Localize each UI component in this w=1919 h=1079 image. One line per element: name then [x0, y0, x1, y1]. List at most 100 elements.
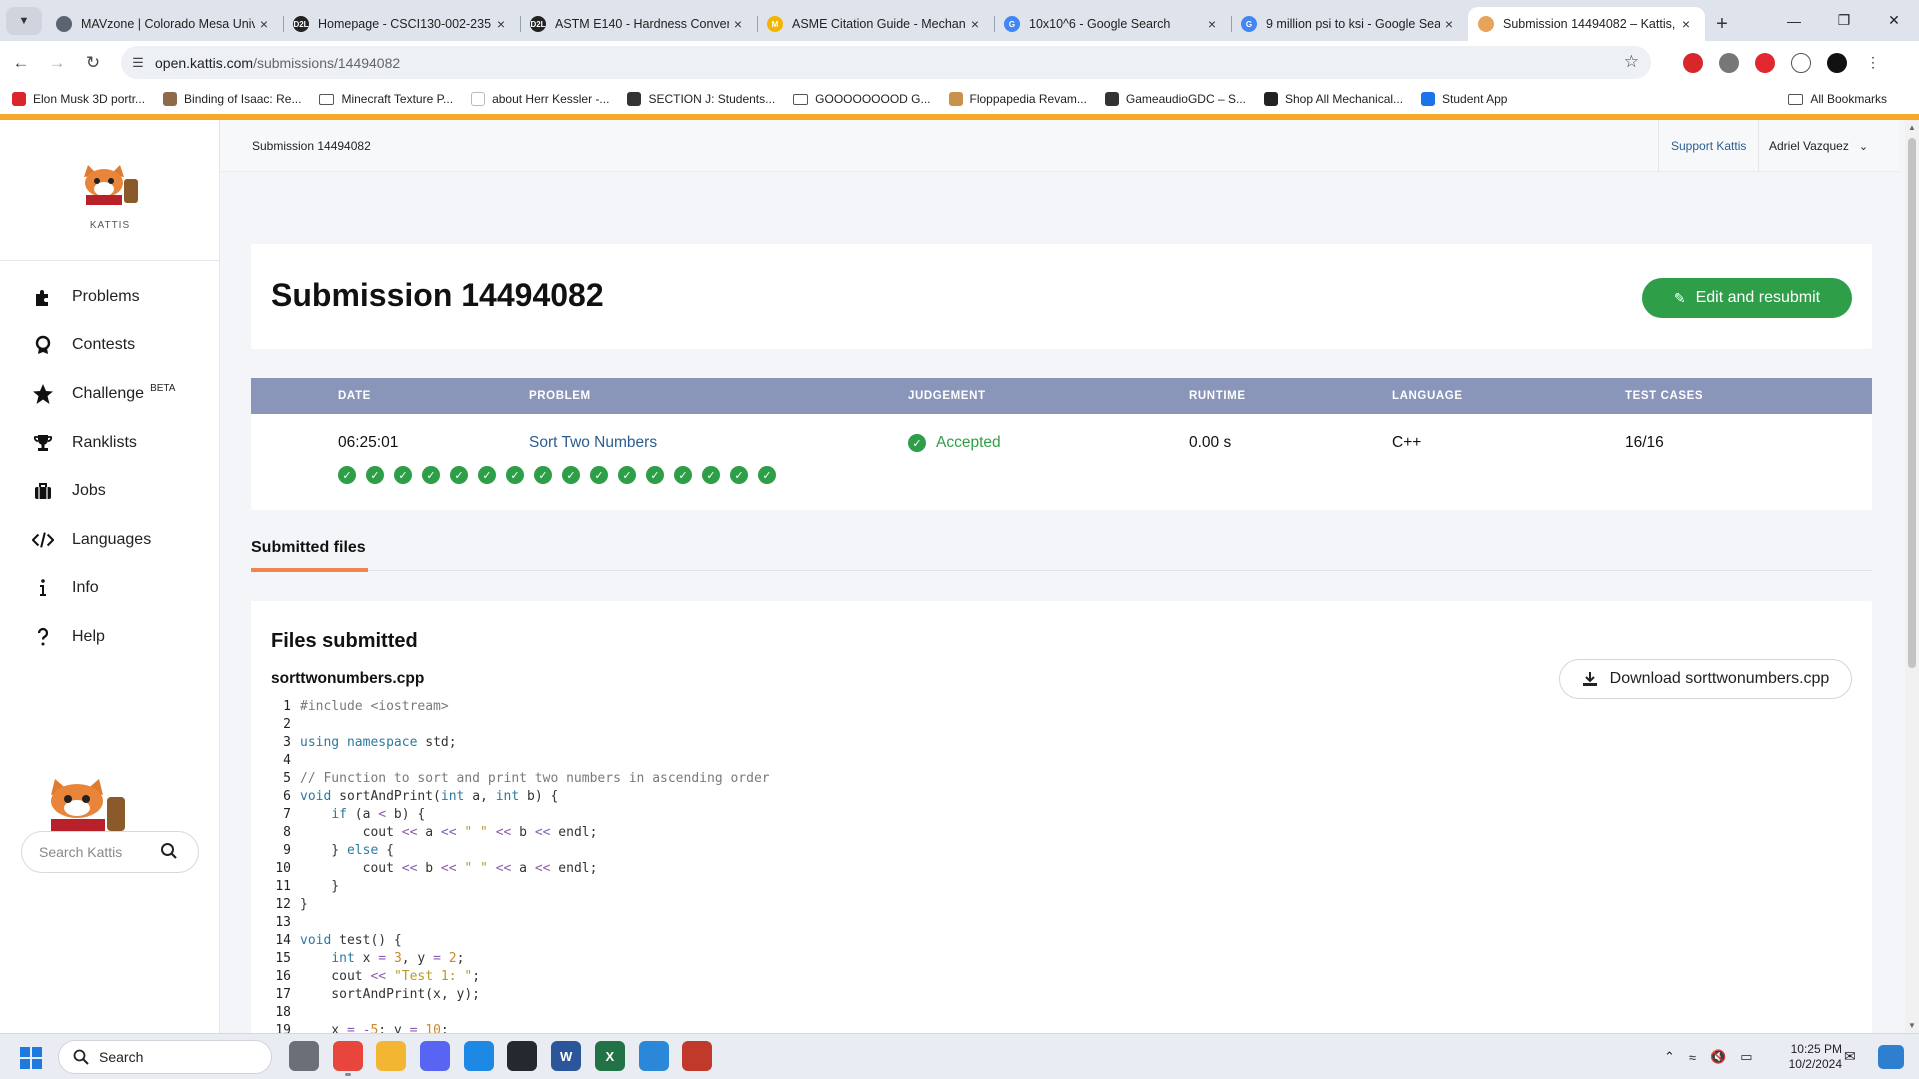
notepad-icon[interactable] — [638, 1041, 669, 1071]
test-case-passed-icon[interactable]: ✓ — [366, 466, 384, 484]
test-case-passed-icon[interactable]: ✓ — [338, 466, 356, 484]
extension-icon[interactable] — [1719, 52, 1739, 73]
test-case-passed-icon[interactable]: ✓ — [562, 466, 580, 484]
volume-muted-icon[interactable]: 🔇 — [1710, 1049, 1726, 1065]
extension-icon[interactable] — [1755, 52, 1775, 73]
discord-icon[interactable] — [420, 1041, 451, 1071]
vscode-icon[interactable] — [463, 1041, 494, 1071]
bookmark-item[interactable]: Floppapedia Revam... — [948, 92, 1087, 106]
test-case-passed-icon[interactable]: ✓ — [758, 466, 776, 484]
browser-tab[interactable]: D2L Homepage - CSCI130-002-235 × — [283, 7, 520, 41]
edit-and-resubmit-button[interactable]: ✎ Edit and resubmit — [1642, 278, 1852, 318]
test-case-passed-icon[interactable]: ✓ — [674, 466, 692, 484]
search-icon[interactable] — [160, 842, 178, 860]
test-case-passed-icon[interactable]: ✓ — [422, 466, 440, 484]
tab-search-button[interactable]: ▼ — [6, 7, 42, 35]
bookmark-item[interactable]: Binding of Isaac: Re... — [163, 92, 301, 106]
sidebar-item-languages[interactable]: Languages — [32, 525, 151, 555]
restore-button[interactable]: ❐ — [1819, 0, 1869, 41]
github-icon[interactable] — [507, 1041, 538, 1071]
profile-avatar[interactable] — [1827, 52, 1847, 73]
test-case-passed-icon[interactable]: ✓ — [730, 466, 748, 484]
sidebar-item-help[interactable]: Help — [32, 622, 105, 652]
bookmark-item[interactable]: SECTION J: Students... — [627, 92, 775, 106]
scroll-down-icon[interactable]: ▼ — [1905, 1021, 1919, 1030]
test-case-passed-icon[interactable]: ✓ — [506, 466, 524, 484]
browser-tab[interactable]: Submission 14494082 – Kattis, × — [1468, 7, 1705, 41]
tab-submitted-files[interactable]: Submitted files — [251, 539, 366, 557]
file-explorer-icon[interactable] — [376, 1041, 407, 1071]
user-menu[interactable]: Adriel Vazquez ⌄ — [1769, 120, 1868, 172]
taskbar-clock[interactable]: 10:25 PM 10/2/2024 — [1782, 1042, 1842, 1072]
sidebar-item-jobs[interactable]: Jobs — [32, 476, 106, 506]
test-case-passed-icon[interactable]: ✓ — [534, 466, 552, 484]
bookmark-item[interactable]: GOOOOOOOOD G... — [793, 92, 931, 106]
test-case-passed-icon[interactable]: ✓ — [646, 466, 664, 484]
bookmark-item[interactable]: about Herr Kessler -... — [471, 92, 609, 106]
bookmark-item[interactable]: GameaudioGDC – S... — [1104, 92, 1246, 106]
bookmark-item[interactable]: Elon Musk 3D portr... — [12, 92, 145, 106]
reload-button[interactable]: ↻ — [78, 48, 108, 78]
problem-link[interactable]: Sort Two Numbers — [529, 434, 657, 452]
logo-area[interactable]: KATTIS — [0, 120, 220, 261]
sidebar-item-contests[interactable]: Contests — [32, 330, 135, 360]
notification-bell-icon[interactable]: ✉ — [1844, 1048, 1856, 1065]
download-file-button[interactable]: Download sorttwonumbers.cpp — [1559, 659, 1852, 699]
extension-icon[interactable] — [1683, 52, 1703, 73]
kebab-menu-icon[interactable]: ⋮ — [1863, 53, 1883, 73]
plus-icon: + — [1716, 12, 1728, 35]
test-case-passed-icon[interactable]: ✓ — [450, 466, 468, 484]
close-tab-icon[interactable]: × — [1203, 16, 1221, 32]
scroll-up-icon[interactable]: ▲ — [1905, 123, 1919, 132]
test-case-passed-icon[interactable]: ✓ — [702, 466, 720, 484]
snipping-tool-icon[interactable] — [682, 1041, 713, 1071]
taskbar-search[interactable]: Search — [58, 1040, 272, 1074]
site-info-icon[interactable]: ☰ — [121, 55, 155, 71]
task-view-icon[interactable] — [289, 1041, 319, 1071]
sidebar-item-problems[interactable]: Problems — [32, 282, 140, 312]
browser-tab[interactable]: D2L ASTM E140 - Hardness Convers × — [520, 7, 757, 41]
wifi-icon[interactable]: ≈ — [1689, 1050, 1696, 1065]
close-tab-icon[interactable]: × — [1677, 16, 1695, 32]
close-window-button[interactable]: ✕ — [1869, 0, 1919, 41]
bookmark-item[interactable]: Student App — [1421, 92, 1507, 106]
test-case-passed-icon[interactable]: ✓ — [590, 466, 608, 484]
word-icon[interactable]: W — [551, 1041, 582, 1071]
close-tab-icon[interactable]: × — [729, 16, 747, 32]
close-tab-icon[interactable]: × — [255, 16, 273, 32]
excel-icon[interactable]: X — [594, 1041, 625, 1071]
scrollbar-thumb[interactable] — [1908, 138, 1916, 668]
bookmark-item[interactable]: Shop All Mechanical... — [1263, 92, 1403, 106]
windows-start-icon[interactable] — [20, 1047, 42, 1069]
line-number: 5 — [283, 771, 291, 786]
close-tab-icon[interactable]: × — [966, 16, 984, 32]
browser-tab[interactable]: G 10x10^6 - Google Search × — [994, 7, 1231, 41]
browser-tab[interactable]: MAVzone | Colorado Mesa Univ × — [46, 7, 283, 41]
close-tab-icon[interactable]: × — [1440, 16, 1458, 32]
page-scrollbar[interactable]: ▲ ▼ — [1905, 120, 1919, 1033]
test-case-passed-icon[interactable]: ✓ — [478, 466, 496, 484]
test-case-passed-icon[interactable]: ✓ — [618, 466, 636, 484]
battery-icon[interactable]: ▭ — [1740, 1049, 1752, 1065]
weather-widget-icon[interactable] — [1878, 1045, 1904, 1069]
chevron-up-icon[interactable]: ⌃ — [1664, 1049, 1675, 1065]
close-tab-icon[interactable]: × — [492, 16, 510, 32]
sidebar-item-challenge[interactable]: Challenge BETA — [32, 379, 175, 409]
search-input[interactable] — [39, 844, 151, 860]
sidebar-item-ranklists[interactable]: Ranklists — [32, 428, 137, 458]
puzzle-extensions-icon[interactable] — [1791, 52, 1811, 73]
all-bookmarks-button[interactable]: All Bookmarks — [1788, 84, 1887, 114]
bookmark-item[interactable]: Minecraft Texture P... — [319, 92, 453, 106]
browser-tab[interactable]: G 9 million psi to ksi - Google Sea × — [1231, 7, 1468, 41]
minimize-button[interactable]: — — [1769, 0, 1819, 41]
new-tab-button[interactable]: + — [1705, 7, 1739, 41]
browser-tab[interactable]: M ASME Citation Guide - Mechan × — [757, 7, 994, 41]
address-bar[interactable]: ☰ open.kattis.com/submissions/14494082 ☆ — [121, 46, 1651, 79]
support-kattis-link[interactable]: Support Kattis — [1658, 120, 1760, 172]
bookmark-star-icon[interactable]: ☆ — [1624, 52, 1639, 72]
test-case-passed-icon[interactable]: ✓ — [394, 466, 412, 484]
sidebar-item-info[interactable]: Info — [32, 573, 99, 603]
forward-button[interactable]: → — [42, 48, 72, 78]
back-button[interactable]: ← — [6, 48, 36, 78]
chrome-icon[interactable] — [332, 1041, 363, 1076]
